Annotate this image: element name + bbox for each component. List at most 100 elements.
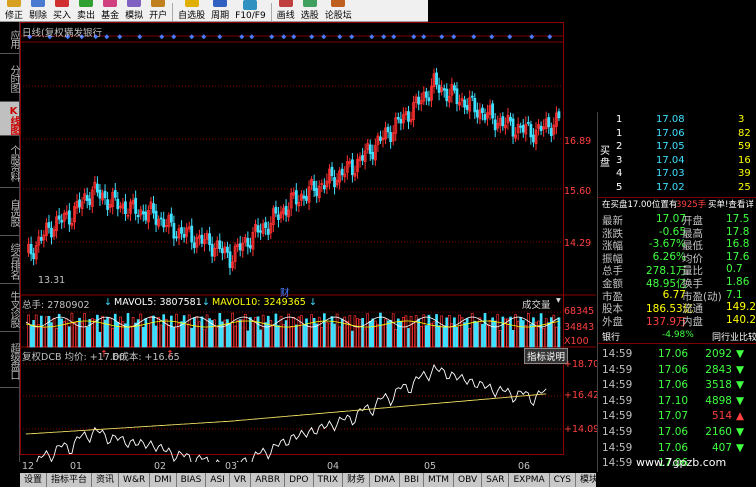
- event-diamond: [529, 34, 535, 40]
- indicator-tab[interactable]: VR: [230, 473, 252, 487]
- indicator-tab[interactable]: W&R: [119, 473, 151, 487]
- volume-total: 总手: 2780902: [22, 300, 90, 311]
- volume-bar: [547, 322, 551, 348]
- candle-body: [463, 99, 467, 108]
- volume-bar: [256, 316, 260, 348]
- down-arrow-icon: ▼: [736, 426, 745, 438]
- candle-body: [50, 227, 53, 238]
- volume-bar: [269, 319, 273, 348]
- candle-body: [200, 234, 204, 244]
- volume-bar: [231, 312, 234, 348]
- tick-price: 17.10: [658, 394, 689, 407]
- candle-body: [96, 183, 99, 193]
- order-level: 5: [616, 181, 623, 193]
- side-tab[interactable]: 超级盘口: [0, 332, 19, 388]
- sector-row[interactable]: 银行 -4.98% 同行业比较: [602, 330, 756, 343]
- indicator-tab[interactable]: OBV: [454, 473, 483, 487]
- indicator-tab[interactable]: 指标平台: [47, 473, 93, 487]
- indicator-tab[interactable]: 资讯: [92, 473, 120, 487]
- candle-body: [78, 199, 81, 208]
- toolbar-icon: [79, 0, 94, 7]
- volume-bar: [42, 327, 46, 348]
- order-level: 4: [616, 168, 623, 179]
- toolbar-button[interactable]: 买入: [50, 0, 74, 21]
- candle-body: [361, 155, 365, 161]
- volume-bar: [236, 320, 239, 348]
- tick-volume: 4898: [705, 394, 732, 407]
- candle-body: [511, 118, 515, 137]
- candle-body: [256, 225, 260, 233]
- kline-chart[interactable]: [20, 22, 596, 481]
- volume-bar: [27, 314, 30, 348]
- info-value: 137.9万: [646, 315, 687, 328]
- tick-volume: 3518: [705, 379, 732, 392]
- toolbar-button[interactable]: 剔除: [26, 0, 50, 21]
- volume-bar: [282, 324, 285, 348]
- indicator-tab[interactable]: DPO: [285, 473, 314, 487]
- candle-body: [427, 97, 431, 102]
- tick-price: 17.06: [658, 426, 689, 438]
- indicator-tab[interactable]: CYS: [550, 473, 577, 487]
- toolbar-icon: [151, 0, 166, 7]
- indicator-help-button[interactable]: 指标说明: [524, 348, 569, 364]
- volume-bar: [243, 313, 247, 348]
- candle-body: [442, 88, 446, 91]
- indicator-tab[interactable]: EXPMA: [509, 473, 550, 487]
- indicator-tab[interactable]: ASI: [206, 473, 230, 487]
- candle-body: [549, 127, 553, 137]
- toolbar-button-label: 画线: [276, 11, 295, 21]
- tick-volume: 2160: [705, 426, 732, 438]
- toolbar-icon: [127, 0, 142, 7]
- side-tab[interactable]: 分时图: [0, 54, 19, 102]
- side-tab[interactable]: 综合排名: [0, 236, 19, 284]
- volume-bar: [351, 330, 354, 348]
- x-axis-label: 03: [225, 461, 238, 472]
- side-tab[interactable]: 牛叉诊股: [0, 284, 19, 332]
- volume-bar: [422, 314, 426, 348]
- tick-time: 14:59: [602, 441, 633, 454]
- toolbar-button[interactable]: 模拟: [122, 0, 146, 21]
- indicator-tab[interactable]: 设置: [20, 473, 48, 487]
- indicator-tab[interactable]: 财务: [343, 473, 371, 487]
- candle-body: [473, 97, 477, 113]
- indicator-tab[interactable]: ARBR: [251, 473, 286, 487]
- toolbar-button[interactable]: 周期: [208, 0, 232, 21]
- toolbar-button[interactable]: F10/F9: [232, 0, 269, 21]
- indicator-tab[interactable]: MTM: [424, 473, 455, 487]
- volume-bar: [453, 317, 456, 348]
- big-order-notice[interactable]: 在买盘17.00位置有 3925手 买单!查看详: [602, 198, 756, 211]
- info-value: 7.1: [726, 288, 743, 301]
- volume-bar: [396, 318, 400, 348]
- volume-bar: [139, 313, 143, 348]
- indicator-tab[interactable]: TRIX: [314, 473, 344, 487]
- volume-bar: [277, 325, 280, 348]
- toolbar-button[interactable]: 开户: [146, 0, 170, 21]
- toolbar-button[interactable]: 画线: [274, 0, 298, 21]
- volume-bar: [435, 314, 438, 348]
- side-tab[interactable]: 个股资料: [0, 136, 19, 188]
- indicator-tab[interactable]: DMI: [150, 473, 177, 487]
- toolbar-button[interactable]: 基金: [98, 0, 122, 21]
- toolbar-button[interactable]: 修正: [2, 0, 26, 21]
- chart-area[interactable]: 日线(复权) 满发银行 16.89 15.60 14.29 13.31 财 总手…: [20, 22, 599, 481]
- toolbar-button[interactable]: 选股: [298, 0, 322, 21]
- toolbar-button[interactable]: 自选股: [175, 0, 208, 21]
- toolbar-button[interactable]: 论股坛: [322, 0, 355, 21]
- volume-bar: [325, 321, 329, 348]
- indicator-tab[interactable]: DMA: [370, 473, 400, 487]
- volume-bar: [353, 315, 357, 348]
- tick-time: 14:59: [602, 348, 633, 360]
- toolbar-button[interactable]: 卖出: [74, 0, 98, 21]
- volume-bar: [185, 323, 188, 348]
- side-tab[interactable]: 应用: [0, 22, 19, 54]
- volume-bar: [524, 325, 528, 348]
- side-tab[interactable]: K线图: [0, 102, 19, 136]
- indicator-tab[interactable]: BIAS: [177, 473, 207, 487]
- side-tab[interactable]: 自选股: [0, 188, 19, 236]
- volume-bar: [144, 318, 148, 348]
- volume-selector[interactable]: 成交量: [522, 297, 551, 311]
- indicator-tab[interactable]: 模块: [576, 473, 596, 487]
- indicator-tab[interactable]: SAR: [482, 473, 510, 487]
- chevron-down-icon[interactable]: ▾: [556, 295, 561, 306]
- indicator-tab[interactable]: BBI: [400, 473, 424, 487]
